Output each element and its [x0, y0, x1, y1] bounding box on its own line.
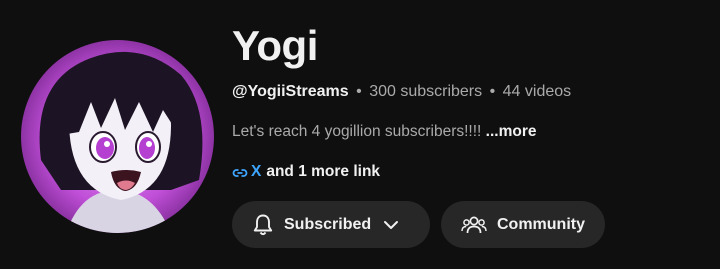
channel-avatar[interactable] [21, 40, 214, 233]
meta-separator: • [489, 83, 496, 100]
avatar-illustration [21, 40, 214, 233]
link-icon [232, 166, 248, 178]
channel-header: Yogi @YogiiStreams • 300 subscribers • 4… [0, 0, 720, 269]
channel-name: Yogi [232, 22, 318, 69]
channel-handle[interactable]: @YogiiStreams [232, 83, 349, 100]
link-x[interactable]: X [251, 163, 261, 181]
more-links-link[interactable]: and 1 more link [266, 163, 380, 181]
community-label: Community [497, 215, 585, 233]
meta-separator: • [356, 83, 362, 100]
description-text: Let's reach 4 yogillion subscribers!!!! [232, 123, 482, 140]
channel-meta: @YogiiStreams • 300 subscribers • 44 vid… [232, 83, 571, 101]
bell-icon [252, 213, 274, 237]
channel-description[interactable]: Let's reach 4 yogillion subscribers!!!! … [232, 123, 537, 141]
subscriber-count: 300 subscribers [369, 83, 483, 100]
people-icon [461, 214, 487, 236]
chevron-down-icon [383, 220, 399, 230]
community-button[interactable]: Community [441, 201, 605, 248]
video-count: 44 videos [502, 83, 572, 100]
subscribed-button[interactable]: Subscribed [232, 201, 430, 248]
channel-links: X and 1 more link [232, 163, 380, 181]
description-more-link[interactable]: ...more [486, 123, 537, 140]
subscribed-label: Subscribed [284, 215, 372, 233]
